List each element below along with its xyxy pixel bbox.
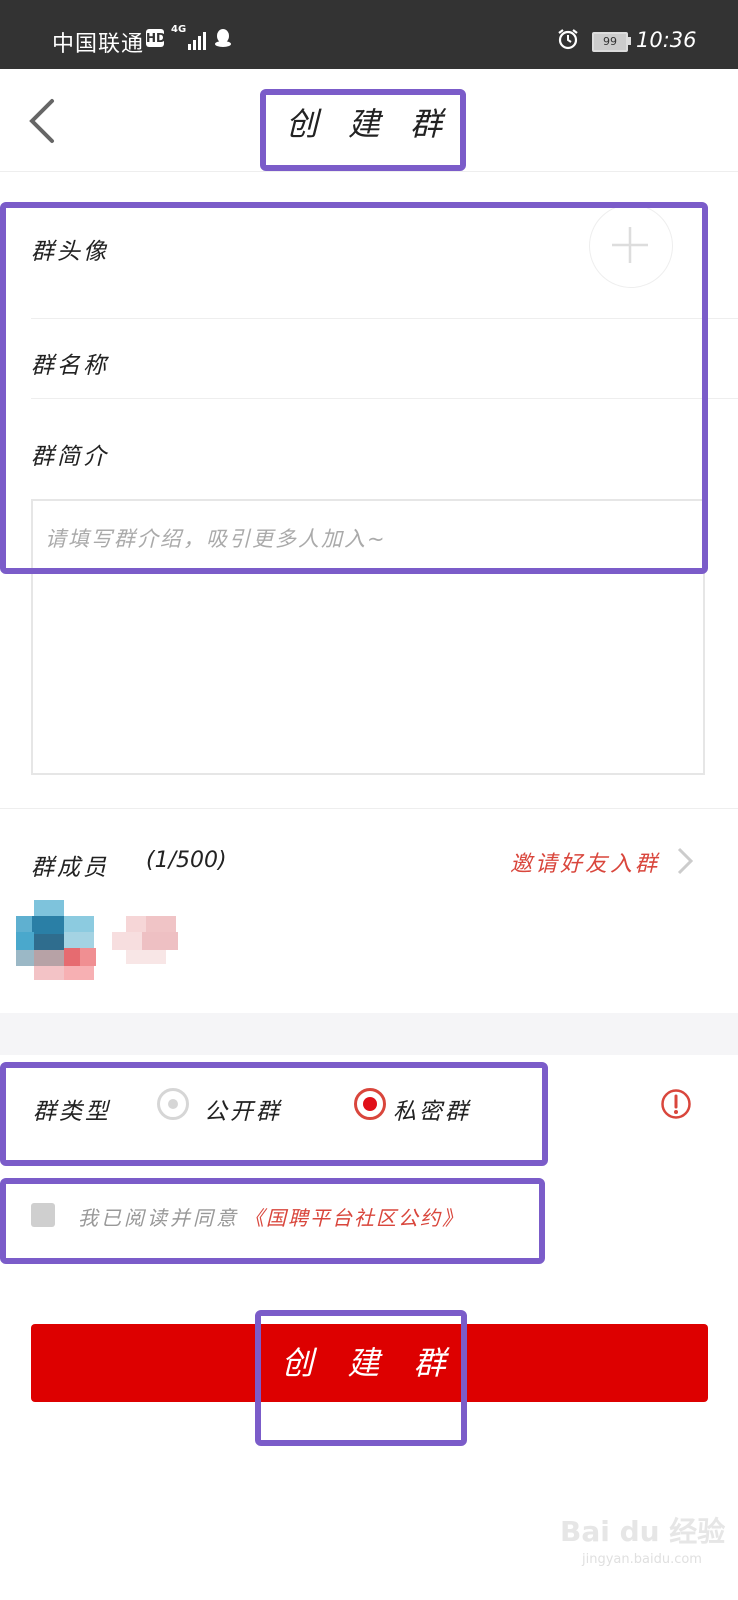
member-avatar[interactable] <box>16 900 96 980</box>
battery-icon: 99 <box>592 32 628 52</box>
chevron-right-icon[interactable] <box>675 846 695 876</box>
signal-icon <box>188 30 206 50</box>
baidu-watermark: Bai du 经验 <box>560 1515 726 1548</box>
member-name <box>112 916 182 966</box>
exclamation-circle-icon[interactable] <box>660 1088 692 1120</box>
battery-level: 99 <box>603 35 617 48</box>
title-highlight-box <box>260 89 466 171</box>
invite-friends-link[interactable]: 邀请好友入群 <box>510 846 660 878</box>
network-type: 4G <box>171 24 187 35</box>
hd-badge: HD <box>146 29 167 47</box>
members-count: (1/500) <box>146 848 227 873</box>
button-highlight-box <box>255 1310 467 1446</box>
group-type-highlight-box <box>0 1062 548 1166</box>
qq-icon <box>215 29 231 47</box>
alarm-icon <box>558 29 578 50</box>
carrier-name: 中国联通 <box>52 32 145 57</box>
members-label: 群成员 <box>31 855 109 881</box>
divider <box>0 808 738 809</box>
watermark-url: jingyan.baidu.com <box>582 1552 702 1567</box>
status-bar: 中国联通 HD 4G 99 10:36 <box>0 0 738 69</box>
clock-time: 10:36 <box>636 28 697 52</box>
agreement-highlight-box <box>0 1178 545 1264</box>
battery-tip <box>628 37 631 45</box>
form-highlight-box <box>0 202 708 574</box>
section-separator <box>0 1013 738 1055</box>
